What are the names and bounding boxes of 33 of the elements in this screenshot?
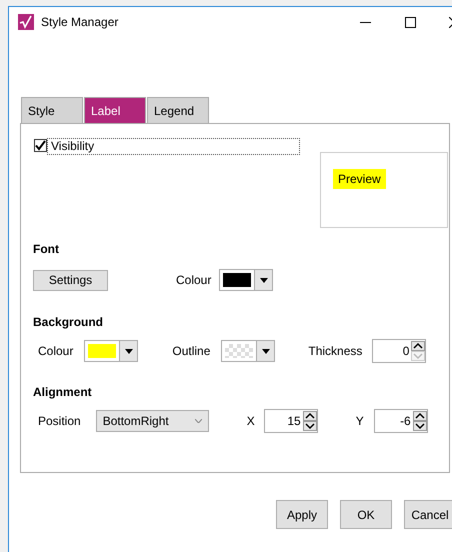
position-dropdown[interactable]: BottomRight xyxy=(96,410,209,432)
colour-picker[interactable] xyxy=(219,269,274,291)
checkbox-label[interactable]: Visibility xyxy=(47,138,300,155)
dialog-button[interactable]: OK xyxy=(340,500,392,529)
tab[interactable]: Legend xyxy=(147,97,209,123)
dialog-button[interactable]: Cancel xyxy=(404,500,452,529)
window-title: Style Manager xyxy=(41,15,118,29)
section-heading: Font xyxy=(33,242,60,256)
caret-icon xyxy=(260,278,268,282)
field-label: Y xyxy=(356,414,364,428)
caret-icon xyxy=(262,348,270,354)
field-label: Outline xyxy=(172,344,210,358)
preview-label: Preview xyxy=(333,169,386,189)
tab[interactable]: Style xyxy=(21,97,83,123)
settings-button[interactable]: Settings xyxy=(33,270,108,290)
section-heading: Background xyxy=(33,315,104,329)
field-label: Colour xyxy=(38,344,74,358)
field-label: Thickness xyxy=(308,344,362,358)
caret-icon xyxy=(124,348,133,354)
tab[interactable]: Label xyxy=(84,97,146,123)
maximize-icon[interactable] xyxy=(405,16,416,28)
thickness-spinner[interactable]: 0 xyxy=(372,339,426,363)
field-label: Colour xyxy=(176,273,212,287)
app-logo-icon xyxy=(18,14,34,30)
y-spinner[interactable]: -6 xyxy=(374,409,428,433)
checkbox[interactable] xyxy=(34,139,47,152)
section-heading: Alignment xyxy=(33,385,93,399)
caret-icon xyxy=(194,419,202,423)
x-spinner[interactable]: 15 xyxy=(264,409,318,433)
field-label: Position xyxy=(38,414,81,428)
transparent-swatch xyxy=(225,344,254,358)
dialog-button[interactable]: Apply xyxy=(276,500,328,529)
field-label: X xyxy=(246,414,255,428)
